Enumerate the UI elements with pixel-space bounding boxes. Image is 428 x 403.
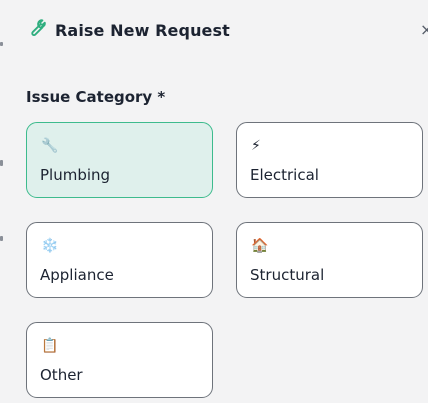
wrench-icon — [26, 18, 46, 42]
background-edge-mark — [0, 236, 3, 241]
category-option-label: Appliance — [40, 266, 114, 284]
modal-header: Raise New Request — [26, 18, 230, 42]
category-option-other[interactable]: 📋 Other — [26, 322, 213, 398]
category-option-label: Electrical — [250, 166, 319, 184]
category-option-plumbing[interactable]: 🔧 Plumbing — [26, 122, 213, 198]
raise-request-panel: Raise New Request × Issue Category * 🔧 P… — [0, 0, 428, 403]
clipboard-icon: 📋 — [41, 338, 59, 354]
close-icon[interactable]: × — [420, 20, 428, 40]
issue-category-label: Issue Category * — [26, 88, 166, 106]
modal-title: Raise New Request — [55, 20, 230, 40]
snowflake-icon: ❄️ — [41, 238, 59, 254]
wrench-icon: 🔧 — [41, 138, 59, 154]
house-icon: 🏠 — [251, 238, 269, 254]
category-option-label: Other — [40, 366, 83, 384]
background-edge-mark — [0, 160, 3, 166]
category-option-appliance[interactable]: ❄️ Appliance — [26, 222, 213, 298]
category-option-electrical[interactable]: ⚡ Electrical — [236, 122, 423, 198]
category-option-structural[interactable]: 🏠 Structural — [236, 222, 423, 298]
lightning-icon: ⚡ — [251, 138, 261, 154]
background-edge-mark — [0, 42, 3, 46]
category-option-label: Structural — [250, 266, 325, 284]
category-option-label: Plumbing — [40, 166, 111, 184]
